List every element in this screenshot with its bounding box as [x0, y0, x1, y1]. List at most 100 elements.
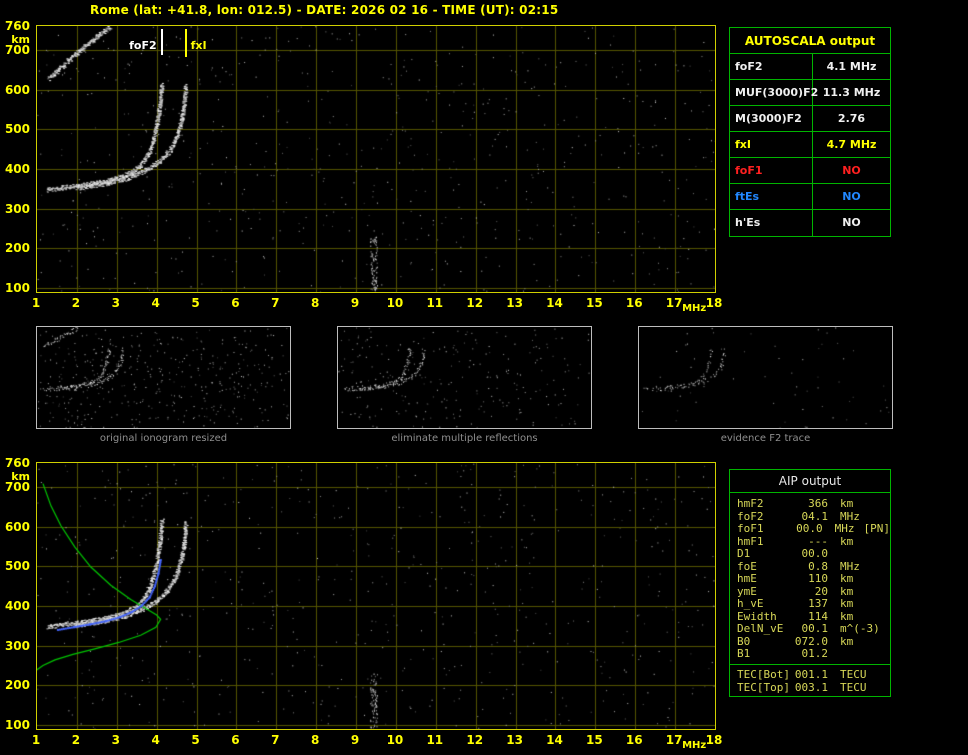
autoscala-param-label: foF2: [730, 54, 813, 79]
aip-row-lbl: foF1: [737, 522, 764, 535]
x-tick-label-bottom: 1: [31, 733, 41, 747]
y-tick-label-main: 760: [4, 19, 30, 33]
thumbnail-caption-reflections: eliminate multiple reflections: [391, 433, 538, 444]
autoscala-row-ftes: ftEs NO: [730, 184, 890, 210]
x-tick-label-main: 15: [585, 296, 603, 310]
autoscala-param-label: foF1: [730, 158, 813, 183]
aip-row-lbl: B1: [737, 647, 751, 660]
x-tick-label-bottom: 7: [271, 733, 280, 747]
x-tick-label-bottom: 6: [231, 733, 240, 747]
autoscala-row-hes: h'Es NO: [730, 210, 890, 236]
autoscala-param-value: 11.3 MHz: [822, 86, 881, 99]
aip-row-unit: [828, 548, 840, 561]
y-tick-label-main: 400: [4, 161, 30, 176]
x-tick-label-bottom: 12: [466, 733, 484, 747]
fof2-marker-label: foF2: [129, 39, 157, 52]
aip-row-val: 00.0: [801, 547, 829, 560]
aip-row-lbl: D1: [737, 547, 751, 560]
y-tick-label-bottom: 300: [4, 638, 30, 653]
x-tick-label-main: 3: [111, 296, 120, 310]
thumbnail-f2-trace: [638, 326, 893, 429]
y-tick-label-main: 100: [4, 281, 30, 296]
main-ionogram-plot: foF2 fxI: [36, 25, 716, 293]
aip-row-d1: D1 00.0: [730, 547, 890, 561]
x-tick-label-main: 6: [231, 296, 240, 310]
aip-row-delnve: DelN_vE 00.1 m^(-3): [730, 622, 890, 636]
aip-table-rows: hmF2 366 km foF2 04.1 MHz foF1 00.0 MHz [PN] hmF1-…: [730, 493, 890, 664]
aip-tec-row-val: 003.1: [794, 680, 828, 694]
aip-row-hmf2: hmF2 366 km: [730, 497, 890, 511]
y-tick-label-bottom: 500: [4, 559, 30, 574]
x-tick-label-main: 8: [310, 296, 320, 310]
y-tick-label-main: 300: [4, 201, 30, 216]
autoscala-param-label: MUF(3000)F2: [730, 80, 818, 105]
aip-row-unit: km: [840, 534, 854, 548]
x-tick-label-bottom: 9: [350, 733, 360, 747]
aip-row-fof1: foF1 00.0 MHz [PN]: [730, 522, 891, 536]
x-tick-label-main: 2: [71, 296, 81, 310]
autoscala-param-value: 4.7 MHz: [826, 138, 877, 151]
x-tick-label-main: 16: [625, 296, 643, 310]
fxi-marker-label: fxI: [190, 39, 207, 52]
x-axis-unit-main: MHz: [682, 303, 707, 314]
aip-tec-row-tecbot: TEC[Bot] 001.1 TECU: [730, 668, 890, 681]
aip-row-unit: km: [840, 634, 854, 648]
x-tick-label-bottom: 8: [310, 733, 320, 747]
fof2-marker-line: [161, 29, 163, 55]
x-tick-label-bottom: 11: [426, 733, 444, 747]
aip-row-val: 137: [808, 597, 828, 610]
aip-row-unit: MHz: [834, 522, 855, 535]
x-tick-label-main: 9: [350, 296, 360, 310]
y-tick-label-bottom: 760: [4, 456, 30, 470]
thumbnail-multiple-reflections: [337, 326, 592, 429]
x-tick-label-main: 7: [271, 296, 280, 310]
x-tick-label-bottom: 4: [151, 733, 160, 747]
y-tick-label-main: 500: [4, 122, 30, 137]
aip-row-unit: km: [840, 497, 854, 510]
x-tick-label-main: 4: [151, 296, 160, 310]
y-tick-label-bottom: 400: [4, 598, 30, 613]
aip-row-b1: B1 01.2: [730, 647, 890, 661]
inversion-ionogram-plot: [36, 462, 716, 730]
autoscala-row-muf3000f2: MUF(3000)F2 11.3 MHz: [730, 80, 890, 106]
autoscala-param-value: NO: [842, 216, 861, 229]
thumbnail-caption-f2: evidence F2 trace: [720, 433, 811, 444]
aip-tec-row-lbl: TEC[Top]: [737, 680, 790, 694]
autoscala-row-fof2: foF2 4.1 MHz: [730, 54, 890, 80]
fxi-marker-line: [185, 29, 187, 57]
y-tick-label-main: 200: [4, 241, 30, 256]
autoscala-param-value: NO: [842, 190, 861, 203]
aip-row-extra: [PN]: [863, 522, 891, 535]
aip-row-hme: hmE 110 km: [730, 572, 890, 586]
x-tick-label-main: 10: [386, 296, 404, 310]
y-tick-label-bottom: 200: [4, 678, 30, 693]
y-tick-label-bottom: 600: [4, 519, 30, 534]
aip-row-val: 01.2: [801, 647, 829, 660]
station-date-time-title: Rome (lat: +41.8, lon: 012.5) - DATE: 20…: [90, 3, 559, 17]
aip-output-table: AIP output hmF2 366 km foF2 04.1 MHz foF1 00.0 M…: [729, 469, 891, 697]
aip-tec-row-tectop: TEC[Top] 003.1 TECU: [730, 681, 890, 694]
autoscala-row-fxi: fxI 4.7 MHz: [730, 132, 890, 158]
x-tick-label-bottom: 3: [111, 733, 120, 747]
x-tick-label-main: 13: [506, 296, 523, 310]
thumbnail-original-ionogram: [36, 326, 291, 429]
aip-row-lbl: hmE: [737, 572, 757, 585]
thumbnail-multiple-reflections-canvas: [338, 327, 591, 428]
aip-row-unit: km: [840, 597, 854, 610]
aip-row-val: 00.0: [796, 522, 823, 535]
autoscala-param-label: M(3000)F2: [730, 106, 813, 131]
autoscala-output-screen: Rome (lat: +41.8, lon: 012.5) - DATE: 20…: [0, 0, 968, 755]
aip-row-lbl: hmF2: [737, 497, 764, 510]
aip-table-header: AIP output: [730, 470, 890, 493]
autoscala-row-fof1: foF1 NO: [730, 158, 890, 184]
x-tick-label-bottom: 2: [71, 733, 81, 747]
autoscala-param-label: ftEs: [730, 184, 813, 209]
y-tick-label-bottom: 100: [4, 718, 30, 733]
x-tick-label-bottom: 5: [191, 733, 200, 747]
autoscala-table-header: AUTOSCALA output: [730, 28, 890, 54]
thumbnail-f2-trace-canvas: [639, 327, 892, 428]
aip-tec-rows: TEC[Bot] 001.1 TECU TEC[Top] 003.1 TECU: [730, 663, 890, 696]
y-axis-unit-bottom: km: [11, 470, 30, 483]
autoscala-output-table: AUTOSCALA output foF2 4.1 MHz MUF(3000)F2 1…: [729, 27, 891, 237]
aip-row-val: 110: [808, 572, 828, 585]
